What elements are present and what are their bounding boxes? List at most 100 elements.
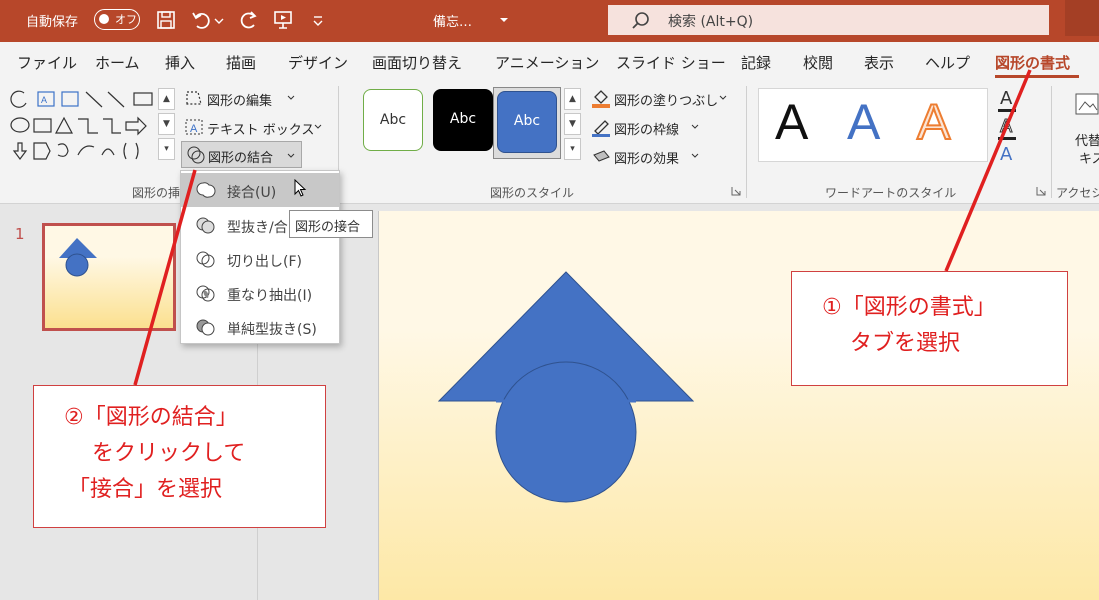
menu-item-fragment[interactable]: 切り出し(F) [181,242,339,276]
wordart-black[interactable]: A [775,93,808,151]
menu-item-intersect[interactable]: 重なり抽出(I) [181,276,339,310]
shape-effects-icon [593,150,610,162]
combine-icon [196,217,215,234]
text-outline-color-bar [998,137,1016,140]
tab-record[interactable]: 記録 [741,52,771,73]
callout-line: 「接合」を選択 [68,477,223,502]
dialog-launcher-icon[interactable] [731,186,741,196]
style-thumb-blue[interactable]: Abc [497,91,557,153]
group-label-insert-shapes: 図形の挿 [132,186,181,200]
shapes-gallery[interactable]: A [8,89,158,161]
fragment-icon [196,251,215,268]
document-title[interactable]: 備忘… [433,11,472,30]
outline-pen-icon [592,120,610,137]
text-fill-color-bar [998,109,1016,112]
search-icon [632,12,649,29]
text-fill-icon[interactable]: A [1000,88,1012,109]
autosave-state: オフ [115,13,137,26]
ribbon-tabs: ファイル ホーム 挿入 描画 デザイン 画面切り替え アニメーション スライド … [0,42,1099,80]
merge-shapes-icon [187,146,205,164]
window-control[interactable] [1065,0,1099,36]
slide-thumbnail[interactable] [42,223,176,331]
chevron-down-icon [691,124,699,129]
edit-shape-button[interactable]: 図形の編集 [207,90,272,109]
gallery-down-button[interactable]: ▼ [158,113,175,135]
title-bar: 自動保存 オフ 備忘… 検索 (Alt+Q) [0,0,1099,42]
title-dropdown-icon[interactable] [497,9,511,31]
shape-effects-button[interactable]: 図形の効果 [614,148,679,167]
text-effects-icon[interactable]: A [1000,144,1012,165]
menu-item-label: 単純型抜き(S) [227,322,317,338]
menu-item-subtract[interactable]: 単純型抜き(S) [181,310,339,344]
tab-animations[interactable]: アニメーション [495,52,599,73]
merge-shapes-menu: 接合(U) 型抜き/合 切り出し(F) 重なり抽出(I) 単純型抜き(S) [180,170,340,344]
tab-insert[interactable]: 挿入 [165,52,195,73]
callout-merge-shapes: ②「図形の結合」 をクリックして 「接合」を選択 [33,385,326,528]
styles-up-button[interactable]: ▲ [564,88,581,110]
wordart-orange[interactable]: A [916,93,951,151]
merge-shapes-button[interactable]: 図形の結合 [181,141,302,168]
search-box[interactable]: 検索 (Alt+Q) [608,5,1049,35]
dialog-launcher-icon[interactable] [1036,186,1046,196]
wordart-gallery[interactable]: A A A [758,88,988,162]
alt-text-icon[interactable] [1074,92,1099,118]
undo-dropdown-icon[interactable] [213,9,225,31]
shape-outline-button[interactable]: 図形の枠線 [614,119,679,138]
mouse-cursor-icon [294,179,307,197]
tab-view[interactable]: 表示 [864,52,894,73]
tab-home[interactable]: ホーム [95,52,140,73]
tab-draw[interactable]: 描画 [226,52,256,73]
search-placeholder: 検索 (Alt+Q) [668,14,754,30]
autosave-label: 自動保存 [26,15,79,30]
group-label-accessibility: アクセシビ [1056,186,1099,200]
tab-file[interactable]: ファイル [17,52,77,73]
undo-icon[interactable] [190,9,212,31]
styles-down-button[interactable]: ▼ [564,113,581,135]
menu-tooltip: 図形の接合 [289,210,373,238]
text-outline-icon[interactable]: A [999,116,1012,138]
tab-design[interactable]: デザイン [288,52,348,73]
save-icon[interactable] [155,9,177,31]
subtract-icon [196,319,215,336]
shape-fill-button[interactable]: 図形の塗りつぶし [614,90,718,109]
menu-item-union[interactable]: 接合(U) [181,173,339,207]
text-box-icon: A [185,119,203,135]
present-icon[interactable] [272,9,294,31]
tab-help[interactable]: ヘルプ [925,52,970,73]
ribbon: A ▲ ▼ ▾ 図形の編集 A テキスト ボックス 図形の結合 図形の挿 Abc… [0,80,1099,204]
gallery-up-button[interactable]: ▲ [158,88,175,110]
merged-shape[interactable] [438,271,694,503]
redo-icon[interactable] [238,9,260,31]
callout-shape-format-tab: ①「図形の書式」 タブを選択 [791,271,1068,386]
union-icon [196,182,216,198]
alt-text-label-line2: キス [1079,152,1099,167]
tab-transitions[interactable]: 画面切り替え [372,52,462,73]
menu-item-label: 切り出し(F) [227,254,302,270]
merge-shapes-label: 図形の結合 [208,151,274,166]
text-format-buttons: A A A [996,88,1030,168]
callout-line: タブを選択 [850,331,961,356]
callout-line: ①「図形の書式」 [822,295,996,320]
callout-line: をクリックして [92,441,246,466]
chevron-down-icon [691,153,699,158]
svg-text:A: A [190,123,198,135]
slide-canvas[interactable] [378,211,1099,600]
tab-slideshow[interactable]: スライド ショー [616,52,726,73]
menu-item-label: 重なり抽出(I) [227,288,313,304]
styles-more-button[interactable]: ▾ [564,138,581,160]
tab-review[interactable]: 校閲 [803,52,833,73]
chevron-down-icon [719,95,727,100]
style-thumb-black[interactable]: Abc [433,89,493,151]
tab-shape-format[interactable]: 図形の書式 [995,52,1070,73]
fill-bucket-icon [592,90,610,108]
text-box-button[interactable]: テキスト ボックス [207,119,314,138]
gallery-more-button[interactable]: ▾ [158,138,175,160]
customize-qat-icon[interactable] [310,9,326,31]
active-tab-underline [995,75,1079,78]
group-label-shape-styles: 図形のスタイル [490,186,575,200]
chevron-down-icon [287,153,295,158]
autosave-toggle[interactable]: オフ [94,9,140,30]
menu-item-label: 接合(U) [227,185,277,201]
style-thumb-outline[interactable]: Abc [363,89,423,151]
wordart-blue[interactable]: A [847,93,880,151]
